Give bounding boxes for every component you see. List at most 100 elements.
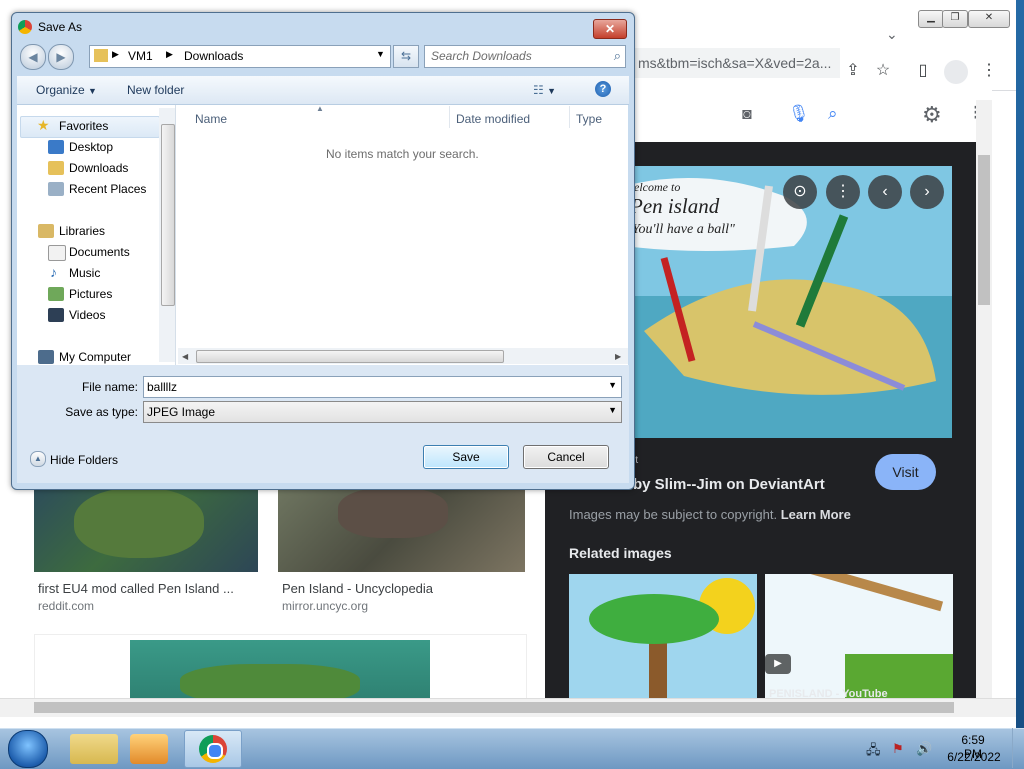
videos-icon [48,308,64,322]
share-icon[interactable]: ⇪ [842,60,864,82]
empty-message: No items match your search. [326,147,479,161]
breadcrumb-arrow-icon: ▶ [112,49,119,59]
dialog-address-bar[interactable]: ▶ VM1 ▶ Downloads ▼ [89,45,391,68]
libraries-icon [38,224,54,238]
save-button[interactable]: Save [423,445,509,469]
result-thumbnail-1[interactable] [34,488,258,572]
show-desktop-button[interactable] [1012,728,1024,768]
image-title[interactable]: by Slim--Jim on DeviantArt [633,476,825,493]
related-images-heading: Related images [569,545,672,561]
preview-image[interactable]: elcome to Pen island You'll have a ball" [624,166,952,438]
column-type[interactable]: Type [576,112,602,126]
profile-avatar-icon[interactable] [944,60,968,84]
save-as-type-value: JPEG Image [147,405,216,419]
file-pane-horizontal-scrollbar[interactable]: ◀ ▶ [178,348,628,364]
nav-my-computer[interactable]: My Computer [59,350,131,364]
nav-favorites[interactable]: Favorites [59,119,108,133]
previous-image-icon[interactable]: ‹ [868,175,902,209]
nav-music[interactable]: Music [69,266,100,280]
breadcrumb-arrow-icon: ▶ [166,49,173,59]
more-options-icon[interactable]: ⋮ [826,175,860,209]
address-dropdown-icon[interactable]: ▼ [376,49,385,59]
scroll-left-icon[interactable]: ◀ [182,352,188,361]
scroll-right-icon[interactable]: ▶ [615,352,621,361]
column-divider[interactable] [449,106,450,128]
bookmark-star-icon[interactable]: ☆ [872,60,894,82]
music-icon: ♪ [50,264,57,280]
voice-search-icon[interactable]: 🎙 [788,104,810,124]
nav-downloads[interactable]: Downloads [69,161,128,175]
start-button[interactable] [8,730,48,768]
view-options-icon[interactable]: ☷ ▼ [533,83,556,97]
action-center-icon[interactable]: ⚑ [892,741,904,757]
chrome-menu-icon[interactable]: ⋮ [978,60,1000,82]
hide-folders-button[interactable]: Hide Folders [50,453,118,467]
play-icon: ▶ [765,654,791,674]
visit-button[interactable]: Visit [875,454,936,490]
search-icon[interactable]: ⌕ [828,104,838,124]
next-image-icon[interactable]: › [910,175,944,209]
volume-icon[interactable]: 🔊 [916,741,932,757]
page-horizontal-scroll-thumb[interactable] [34,702,954,713]
nav-videos[interactable]: Videos [69,308,105,322]
camera-search-icon[interactable]: ◙ [742,106,752,124]
dialog-close-button[interactable]: ✕ [593,19,627,39]
result-thumbnail-2[interactable] [278,488,525,572]
side-panel-icon[interactable]: ▯ [912,60,934,82]
organize-label: Organize [36,83,85,97]
page-horizontal-scrollbar[interactable] [0,698,1016,717]
result-caption-2[interactable]: Pen Island - Uncyclopedia [282,581,433,596]
clock-date[interactable]: 6/22/2022 [946,750,1002,764]
close-window-button[interactable]: ✕ [968,10,1010,28]
nav-documents[interactable]: Documents [69,245,130,259]
file-name-dropdown-icon[interactable]: ▼ [608,380,617,390]
page-vertical-scroll-thumb[interactable] [978,155,990,305]
breadcrumb-downloads[interactable]: Downloads [184,49,243,63]
new-folder-button[interactable]: New folder [127,83,184,97]
save-as-type-select[interactable]: JPEG Image ▼ [143,401,622,423]
search-magnifier-icon[interactable]: ⌕ [614,48,621,64]
nav-recent-places[interactable]: Recent Places [69,182,146,196]
chrome-taskbar-button[interactable] [184,730,242,768]
nav-pane-scrollbar[interactable] [159,108,175,362]
file-name-label: File name: [81,380,138,394]
organize-menu[interactable]: Organize ▼ [36,83,97,97]
network-icon[interactable]: 🖧 [866,741,881,763]
hide-folders-chevron-icon[interactable]: ▲ [30,451,46,467]
maximize-button[interactable]: ❐ [942,10,968,28]
file-explorer-taskbar-icon[interactable] [70,734,118,764]
cancel-button[interactable]: Cancel [523,445,609,469]
file-pane-scroll-thumb[interactable] [196,350,504,363]
learn-more-link[interactable]: Learn More [781,507,851,522]
column-name[interactable]: Name [195,112,227,126]
refresh-button[interactable]: ⇆ [393,45,419,68]
related-thumbnail-2[interactable]: ▶ PENISLAND - YouTube [765,574,953,698]
nav-pane-scroll-thumb[interactable] [161,124,175,306]
minimize-button[interactable]: ▁ [918,10,944,28]
nav-libraries[interactable]: Libraries [59,224,105,238]
forward-button[interactable]: ▶ [48,44,74,70]
pictures-icon [48,287,64,301]
breadcrumb-vm1[interactable]: VM1 [128,49,153,63]
downloads-folder-icon [48,161,64,175]
nav-desktop[interactable]: Desktop [69,140,113,154]
result-thumbnail-3[interactable] [130,640,430,698]
back-button[interactable]: ◀ [20,44,46,70]
address-bar[interactable]: ms&tbm=isch&sa=X&ved=2a... [620,48,840,78]
dialog-title: Save As [38,20,83,34]
save-as-type-dropdown-icon[interactable]: ▼ [608,405,617,415]
preview-image-text-3: You'll have a ball" [632,222,735,237]
column-divider[interactable] [569,106,570,128]
media-player-taskbar-icon[interactable] [130,734,168,764]
search-downloads-input[interactable]: Search Downloads ⌕ [424,45,626,68]
file-name-input[interactable]: ballllz ▼ [143,376,622,398]
page-vertical-scrollbar[interactable] [976,100,992,698]
related-thumbnail-1[interactable] [569,574,757,698]
search-placeholder: Search Downloads [431,49,532,63]
nav-pictures[interactable]: Pictures [69,287,112,301]
lens-icon[interactable]: ⊙ [783,175,817,209]
column-date-modified[interactable]: Date modified [456,112,530,126]
settings-gear-icon[interactable]: ⚙ [922,102,942,128]
result-caption-1[interactable]: first EU4 mod called Pen Island ... [38,581,234,596]
help-icon[interactable]: ? [595,81,611,97]
